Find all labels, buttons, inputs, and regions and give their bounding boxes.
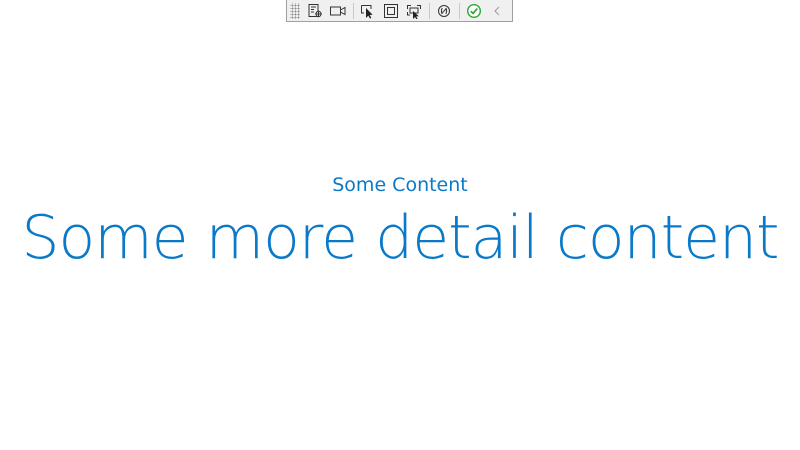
select-element-icon xyxy=(361,4,373,19)
app-window: Some Content Some more detail content xyxy=(0,0,800,450)
binding-failures-button[interactable] xyxy=(434,2,455,20)
display-layout-adorners-button[interactable] xyxy=(381,2,402,20)
track-focus-icon xyxy=(407,4,422,19)
display-layout-adorners-icon xyxy=(384,3,399,18)
hot-reload-status-button[interactable] xyxy=(464,2,485,20)
toolbar-separator xyxy=(352,2,354,19)
live-visual-tree-icon xyxy=(308,3,322,17)
toolbar-separator xyxy=(428,2,430,19)
binding-failures-icon xyxy=(438,4,451,17)
detail-content-text: Some more detail content xyxy=(21,203,779,273)
select-element-button[interactable] xyxy=(358,2,379,20)
toolbar-grip-handle[interactable] xyxy=(290,2,300,19)
live-visual-tree-button[interactable] xyxy=(305,2,326,20)
xaml-debug-toolbar xyxy=(286,0,513,22)
track-focus-button[interactable] xyxy=(404,2,425,20)
hot-reload-ok-icon xyxy=(467,3,482,18)
collapse-toolbar-button[interactable] xyxy=(487,2,508,20)
record-button[interactable] xyxy=(328,2,349,20)
toolbar-separator xyxy=(458,2,460,19)
content-subtitle: Some Content xyxy=(332,174,468,196)
video-camera-icon xyxy=(330,6,346,15)
collapse-toolbar-icon xyxy=(494,6,500,15)
